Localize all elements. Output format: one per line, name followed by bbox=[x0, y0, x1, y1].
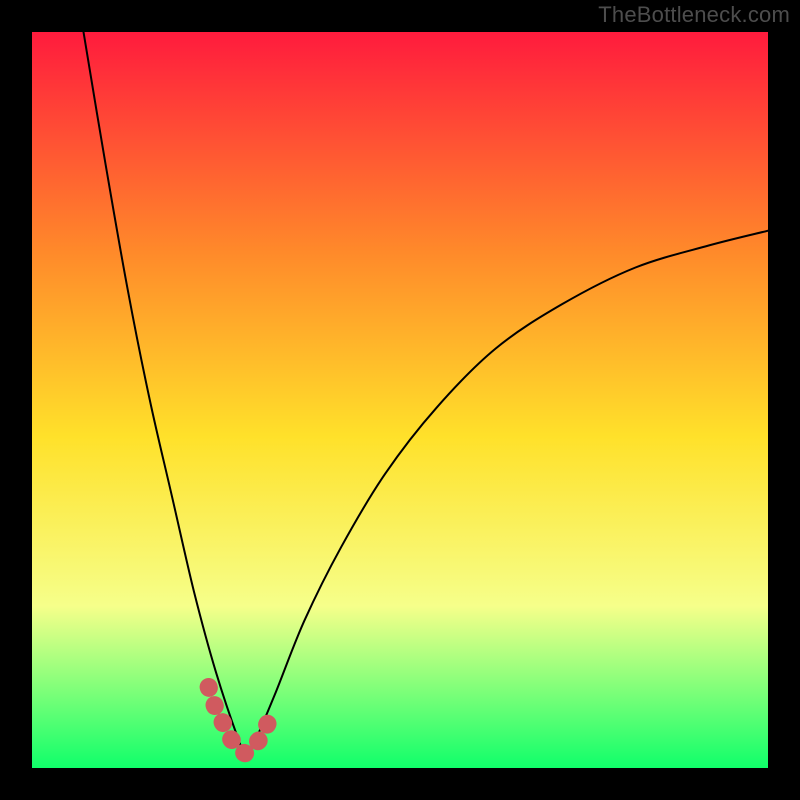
chart-frame: TheBottleneck.com bbox=[0, 0, 800, 800]
chart-svg bbox=[32, 32, 768, 768]
watermark-text: TheBottleneck.com bbox=[598, 2, 790, 28]
gradient-background bbox=[32, 32, 768, 768]
plot-area bbox=[32, 32, 768, 768]
